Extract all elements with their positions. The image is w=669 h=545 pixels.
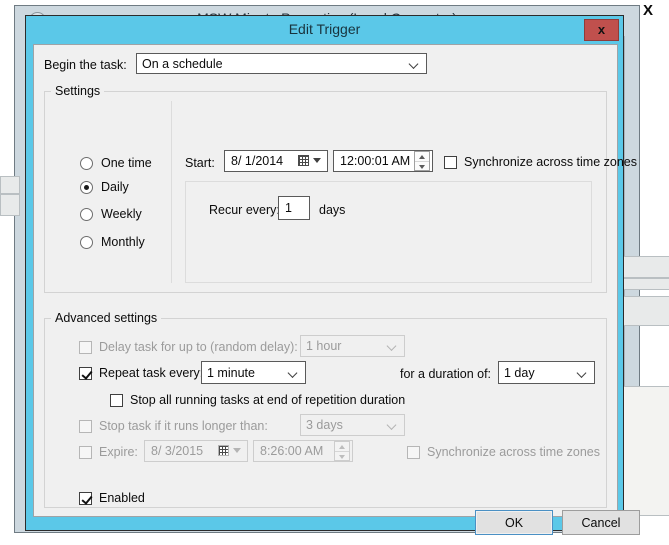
radio-icon: [80, 157, 93, 170]
checkbox-icon: [79, 492, 92, 505]
calendar-icon: [218, 445, 229, 456]
schedule-option-label: One time: [101, 156, 152, 170]
stop-if-longer-value: 3 days: [306, 418, 343, 432]
checkbox-icon: [79, 341, 92, 354]
schedule-option-label: Daily: [101, 180, 129, 194]
background-strip-1: [0, 176, 20, 194]
recur-every-input[interactable]: 1: [278, 196, 310, 220]
checkbox-icon: [444, 156, 457, 169]
repeat-interval-value: 1 minute: [207, 365, 255, 380]
radio-icon: [80, 181, 93, 194]
background-strip-5: [623, 296, 669, 326]
recur-every-label: Recur every:: [209, 203, 280, 217]
expire-time-value: 8:26:00 AM: [260, 444, 324, 458]
background-strip-2: [0, 194, 20, 216]
start-time-field[interactable]: 12:00:01 AM: [333, 150, 433, 172]
checkbox-icon: [110, 394, 123, 407]
delay-task-label: Delay task for up to (random delay):: [99, 340, 298, 354]
begin-task-select[interactable]: On a schedule: [136, 53, 427, 74]
ok-button-label: OK: [504, 515, 524, 530]
sync-time-zones-label: Synchronize across time zones: [464, 155, 637, 169]
spinner-down-icon[interactable]: [415, 161, 429, 171]
expire-sync-time-zones-label: Synchronize across time zones: [427, 445, 600, 459]
checkbox-icon: [79, 367, 92, 380]
start-time-value: 12:00:01 AM: [340, 154, 411, 168]
chevron-down-icon: [388, 421, 397, 430]
recur-every-value: 1: [285, 201, 292, 215]
enabled-label: Enabled: [99, 491, 145, 505]
calendar-picker-icon[interactable]: [298, 155, 323, 167]
ok-button[interactable]: OK: [475, 510, 553, 535]
delay-duration-value: 1 hour: [306, 339, 342, 353]
time-spinner[interactable]: [334, 441, 350, 461]
settings-divider: [171, 101, 172, 283]
expire-label: Expire:: [99, 445, 138, 459]
radio-icon: [80, 208, 93, 221]
repeat-duration-select[interactable]: 1 day: [498, 361, 595, 384]
schedule-option-label: Weekly: [101, 207, 142, 221]
recur-every-unit: days: [319, 203, 346, 217]
advanced-settings-group-label: Advanced settings: [51, 311, 162, 325]
background-strip-4: [623, 278, 669, 290]
cancel-button-label: Cancel: [581, 515, 621, 530]
time-spinner[interactable]: [414, 151, 430, 171]
dialog-body: Begin the task: On a schedule Settings O…: [33, 44, 640, 535]
checkbox-icon: [79, 420, 92, 433]
delay-duration-select[interactable]: 1 hour: [300, 335, 405, 357]
begin-task-value: On a schedule: [142, 56, 223, 71]
chevron-down-icon: [289, 368, 298, 377]
calendar-picker-icon[interactable]: [218, 445, 243, 457]
close-icon[interactable]: x: [584, 19, 619, 41]
chevron-down-icon: [410, 59, 419, 68]
edit-trigger-dialog: Edit Trigger x Begin the task: On a sche…: [25, 15, 640, 535]
start-date-field[interactable]: 8/ 1/2014: [224, 150, 328, 172]
expire-date-value: 8/ 3/2015: [151, 444, 204, 458]
checkbox-icon: [79, 446, 92, 459]
start-label: Start:: [185, 156, 215, 170]
calendar-icon: [298, 155, 309, 166]
repeat-interval-select[interactable]: 1 minute: [201, 361, 306, 384]
repeat-duration-value: 1 day: [504, 365, 535, 380]
repeat-duration-label: for a duration of:: [400, 367, 492, 381]
expire-date-field[interactable]: 8/ 3/2015: [144, 440, 248, 462]
spinner-down-icon[interactable]: [335, 451, 349, 461]
background-strip-3: [623, 256, 669, 278]
dialog-titlebar[interactable]: Edit Trigger x: [26, 16, 623, 44]
expire-time-field[interactable]: 8:26:00 AM: [253, 440, 353, 462]
cancel-button[interactable]: Cancel: [562, 510, 640, 535]
chevron-down-icon: [233, 448, 241, 453]
chevron-down-icon: [578, 368, 587, 377]
spinner-up-icon[interactable]: [335, 442, 349, 451]
stop-if-longer-label: Stop task if it runs longer than:: [99, 419, 268, 433]
repeat-task-label: Repeat task every:: [99, 366, 204, 380]
background-window-close-icon[interactable]: X: [643, 2, 653, 19]
chevron-down-icon: [313, 158, 321, 163]
begin-task-label: Begin the task:: [44, 58, 127, 72]
chevron-down-icon: [388, 342, 397, 351]
dialog-title: Edit Trigger: [288, 21, 361, 37]
spinner-up-icon[interactable]: [415, 152, 429, 161]
stop-if-longer-select[interactable]: 3 days: [300, 414, 405, 436]
recurrence-panel: [185, 181, 592, 283]
start-date-value: 8/ 1/2014: [231, 154, 284, 168]
schedule-option-label: Monthly: [101, 235, 145, 249]
checkbox-icon: [407, 446, 420, 459]
settings-group-label: Settings: [51, 84, 105, 98]
stop-all-tasks-label: Stop all running tasks at end of repetit…: [130, 393, 406, 407]
radio-icon: [80, 236, 93, 249]
